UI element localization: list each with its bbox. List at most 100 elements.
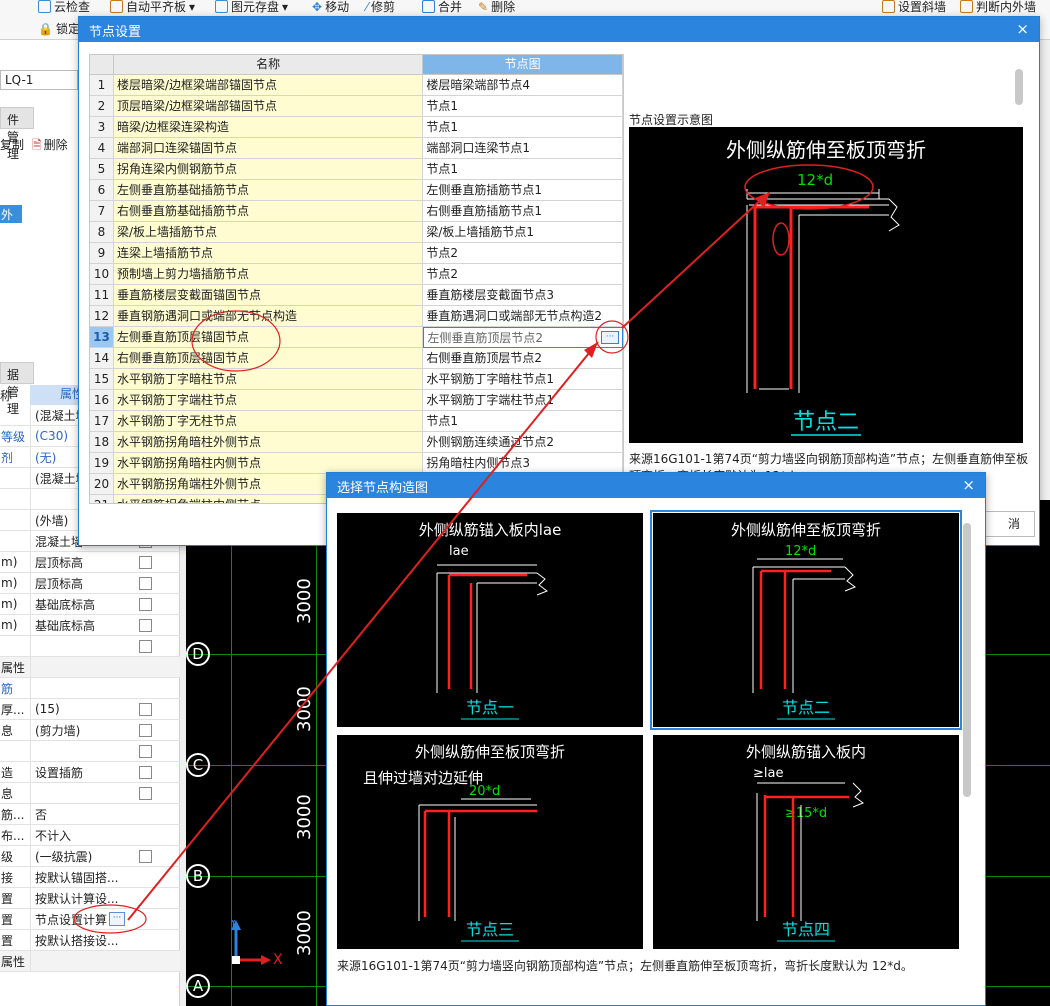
row-node[interactable]: 节点1	[423, 117, 623, 138]
table-row[interactable]: 16 水平钢筋丁字端柱节点 水平钢筋丁字端柱节点1	[90, 390, 623, 411]
checkbox[interactable]	[138, 849, 152, 863]
component-combo[interactable]: LQ-1	[0, 70, 78, 90]
move-button[interactable]: ✥ 移动	[312, 0, 349, 15]
property-value[interactable]: 否	[30, 804, 125, 824]
row-node[interactable]: 水平钢筋丁字暗柱节点1	[423, 369, 623, 390]
cloud-check-button[interactable]: 云检查	[38, 0, 90, 15]
checkbox[interactable]	[138, 765, 152, 779]
row-node[interactable]: 节点2	[423, 243, 623, 264]
property-value[interactable]: 按默认搭接设...	[30, 930, 125, 950]
property-row[interactable]: 造 设置插筋	[0, 762, 180, 783]
table-row[interactable]: 10 预制墙上剪力墙插筋节点 节点2	[90, 264, 623, 285]
property-value[interactable]: 基础底标高	[30, 615, 125, 635]
property-row[interactable]: 布... 不计入	[0, 825, 180, 846]
property-manage-tab[interactable]: 据管理	[0, 362, 34, 416]
table-row[interactable]: 6 左侧垂直筋基础插筋节点 左侧垂直筋插筋节点1	[90, 180, 623, 201]
property-row[interactable]: m) 层顶标高	[0, 552, 180, 573]
row-node[interactable]: 右侧垂直筋插筋节点1	[423, 201, 623, 222]
property-row[interactable]: 厚... (15)	[0, 699, 180, 720]
property-value[interactable]: (一级抗震)	[30, 846, 125, 866]
row-node[interactable]: 垂直筋楼层变截面节点3	[423, 285, 623, 306]
table-row[interactable]: 14 右侧垂直筋顶层锚固节点 右侧垂直筋顶层节点2	[90, 348, 623, 369]
save-element-button[interactable]: 图元存盘 ▾	[215, 0, 288, 15]
property-row[interactable]: 置 按默认计算设...	[0, 888, 180, 909]
table-row[interactable]: 3 暗梁/边框梁连梁构造 节点1	[90, 117, 623, 138]
close-icon[interactable]: ×	[962, 476, 975, 494]
property-row[interactable]	[0, 636, 180, 657]
row-node[interactable]: 外侧钢筋连续通过节点2	[423, 432, 623, 453]
table-row[interactable]: 13 左侧垂直筋顶层锚固节点 左侧垂直筋顶层节点2 ···	[90, 327, 623, 348]
checkbox[interactable]	[138, 576, 152, 590]
table-row[interactable]: 11 垂直筋楼层变截面锚固节点 垂直筋楼层变截面节点3	[90, 285, 623, 306]
row-node[interactable]: 垂直筋遇洞口或端部无节点构造2	[423, 306, 623, 327]
property-row[interactable]: 筋	[0, 678, 180, 699]
table-row[interactable]: 2 顶层暗梁/边框梁端部锚固节点 节点1	[90, 96, 623, 117]
row-node[interactable]: 端部洞口连梁节点1	[423, 138, 623, 159]
checkbox[interactable]	[138, 702, 152, 716]
table-row[interactable]: 9 连梁上墙插筋节点 节点2	[90, 243, 623, 264]
property-row[interactable]: m) 基础底标高	[0, 594, 180, 615]
checkbox[interactable]	[138, 555, 152, 569]
table-row[interactable]: 15 水平钢筋丁字暗柱节点 水平钢筋丁字暗柱节点1	[90, 369, 623, 390]
component-list-item-outer-wall[interactable]: 外墙]	[0, 205, 22, 239]
set-slope-wall-button[interactable]: 设置斜墙	[882, 0, 946, 15]
property-value[interactable]: 不计入	[30, 825, 125, 845]
property-value[interactable]: 按默认锚固搭...	[30, 867, 125, 887]
property-value[interactable]	[30, 657, 125, 677]
table-row[interactable]: 8 梁/板上墙插筋节点 梁/板上墙插筋节点1	[90, 222, 623, 243]
row-node[interactable]: 左侧垂直筋顶层节点2 ···	[423, 327, 623, 348]
property-value[interactable]: 节点设置计算 ···	[30, 909, 125, 929]
table-row[interactable]: 17 水平钢筋丁字无柱节点 节点1	[90, 411, 623, 432]
property-value[interactable]: 按默认计算设...	[30, 888, 125, 908]
row-node[interactable]: 节点1	[423, 96, 623, 117]
component-manage-tab[interactable]: 件管理	[0, 107, 34, 161]
property-value[interactable]: 层顶标高	[30, 552, 125, 572]
delete-component-button[interactable]: 🗎 删除	[32, 136, 68, 157]
property-value[interactable]	[30, 636, 125, 656]
table-row[interactable]: 12 垂直钢筋遇洞口或端部无节点构造 垂直筋遇洞口或端部无节点构造2	[90, 306, 623, 327]
checkbox[interactable]	[138, 639, 152, 653]
checkbox[interactable]	[138, 723, 152, 737]
property-value[interactable]: 基础底标高	[30, 594, 125, 614]
row-node[interactable]: 拐角暗柱内侧节点3	[423, 453, 623, 474]
checkbox[interactable]	[138, 786, 152, 800]
property-row[interactable]: 属性	[0, 657, 180, 678]
delete-button[interactable]: ✎ 删除	[478, 0, 515, 15]
property-value[interactable]	[30, 678, 125, 698]
row-node[interactable]: 左侧垂直筋插筋节点1	[423, 180, 623, 201]
property-row[interactable]: 级 (一级抗震)	[0, 846, 180, 867]
node-option-4[interactable]: 外侧纵筋锚入板内 ≥lae ≥15*d 节点四	[653, 735, 959, 949]
property-value[interactable]: 层顶标高	[30, 573, 125, 593]
scrollbar[interactable]	[963, 523, 971, 797]
checkbox[interactable]	[138, 618, 152, 632]
close-icon[interactable]: ×	[1016, 20, 1029, 38]
table-row[interactable]: 1 楼层暗梁/边框梁端部锚固节点 楼层暗梁端部节点4	[90, 75, 623, 96]
property-row[interactable]: 接 按默认锚固搭...	[0, 867, 180, 888]
property-value[interactable]: 设置插筋	[30, 762, 125, 782]
node-option-2[interactable]: 外侧纵筋伸至板顶弯折 12*d 节点二	[650, 510, 962, 730]
scrollbar[interactable]	[1015, 69, 1023, 105]
property-row[interactable]: 筋... 否	[0, 804, 180, 825]
table-row[interactable]: 19 水平钢筋拐角暗柱内侧节点 拐角暗柱内侧节点3	[90, 453, 623, 474]
property-row[interactable]: 息 (剪力墙)	[0, 720, 180, 741]
table-row[interactable]: 7 右侧垂直筋基础插筋节点 右侧垂直筋插筋节点1	[90, 201, 623, 222]
row-node[interactable]: 节点2	[423, 264, 623, 285]
ellipsis-icon[interactable]: ···	[601, 331, 619, 344]
property-value[interactable]	[30, 741, 125, 761]
auto-align-slab-button[interactable]: 自动平齐板 ▾	[110, 0, 195, 15]
checkbox[interactable]	[138, 744, 152, 758]
node-option-3[interactable]: 外侧纵筋伸至板顶弯折 且伸过墙对边延伸 20*d 节点三	[337, 735, 643, 949]
property-row[interactable]: 置 按默认搭接设...	[0, 930, 180, 951]
row-node[interactable]: 梁/板上墙插筋节点1	[423, 222, 623, 243]
row-node[interactable]: 楼层暗梁端部节点4	[423, 75, 623, 96]
property-value[interactable]	[30, 783, 125, 803]
merge-button[interactable]: 合并	[422, 0, 462, 15]
row-node[interactable]: 节点1	[423, 159, 623, 180]
table-row[interactable]: 4 端部洞口连梁锚固节点 端部洞口连梁节点1	[90, 138, 623, 159]
property-value[interactable]	[30, 951, 125, 971]
ellipsis-icon[interactable]: ···	[109, 912, 125, 926]
property-row[interactable]: 置 节点设置计算 ···	[0, 909, 180, 930]
copy-button[interactable]: 复制	[0, 136, 24, 157]
lock-button[interactable]: 🔒 锁定	[38, 20, 80, 37]
node-option-1[interactable]: 外侧纵筋锚入板内lae lae 节点一	[337, 513, 643, 727]
